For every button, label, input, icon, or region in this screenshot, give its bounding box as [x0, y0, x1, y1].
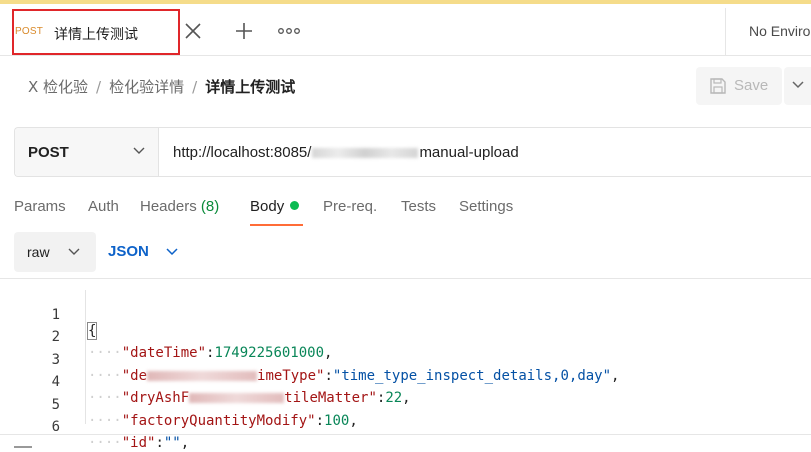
body-mode-label: raw	[27, 244, 50, 260]
breadcrumb-collection[interactable]: X 检化验	[28, 78, 88, 96]
tab-headers[interactable]: Headers (8)	[140, 198, 219, 215]
breadcrumb: X 检化验 / 检化验详情 / 详情上传测试	[28, 76, 295, 97]
chevron-down-icon	[68, 248, 80, 255]
tab-pre-request[interactable]: Pre-req.	[323, 198, 377, 215]
response-divider	[0, 434, 811, 435]
code-line: 4 ····"dryAshF tileMatter":22,	[0, 358, 811, 406]
tab-tests[interactable]: Tests	[401, 198, 436, 215]
headers-count: (8)	[200, 198, 220, 215]
active-indicator-dot	[290, 201, 300, 210]
chevron-down-icon	[133, 147, 145, 154]
tab-settings[interactable]: Settings	[459, 198, 513, 215]
save-button[interactable]: Save	[696, 67, 782, 105]
url-suffix: manual-upload	[419, 144, 519, 161]
tab-body-label: Body	[250, 198, 285, 215]
more-options-icon[interactable]	[277, 23, 301, 39]
language-label: JSON	[108, 243, 149, 260]
save-dropdown-button[interactable]	[784, 67, 811, 105]
plus-icon[interactable]	[232, 19, 256, 43]
body-mode-select[interactable]: raw	[14, 232, 96, 272]
tab-params[interactable]: Params	[14, 198, 66, 215]
json-key: "id"	[121, 435, 156, 451]
method-label: POST	[28, 144, 69, 161]
chevron-down-icon	[792, 81, 804, 89]
code-line: 6 ····"id":"",	[0, 403, 811, 451]
json-value: ""	[163, 435, 181, 451]
tab-auth[interactable]: Auth	[88, 198, 119, 215]
breadcrumb-separator: /	[96, 78, 102, 96]
url-bar: POST http://localhost:8085/manual-upload	[14, 127, 811, 177]
code-line: 3 ····"de imeType":"time_type_inspect_det…	[0, 336, 811, 384]
url-prefix: http://localhost:8085/	[173, 144, 312, 161]
code-line: 1 {	[0, 291, 811, 340]
code-editor[interactable]: 1 { 2 ····"dateTime":1749225601000, 3 ··…	[0, 290, 811, 451]
code-line: 2 ····"dateTime":1749225601000,	[0, 313, 811, 361]
tab-bar: POST 详情上传测试 No Enviro	[0, 4, 811, 56]
tab-headers-label: Headers	[140, 198, 197, 215]
request-tab[interactable]: POST 详情上传测试	[12, 9, 180, 55]
response-section-edge	[14, 446, 32, 450]
language-select[interactable]: JSON	[108, 232, 188, 272]
environment-label: No Enviro	[749, 23, 811, 39]
breadcrumb-separator: /	[192, 78, 198, 96]
save-label: Save	[734, 77, 769, 94]
save-icon	[710, 78, 726, 94]
breadcrumb-folder[interactable]: 检化验详情	[109, 78, 184, 96]
breadcrumb-current[interactable]: 详情上传测试	[205, 78, 295, 96]
tab-method-badge: POST	[15, 26, 44, 37]
method-select[interactable]: POST	[15, 128, 159, 176]
active-tab-underline	[250, 224, 303, 226]
tab-title: 详情上传测试	[54, 27, 138, 43]
chevron-down-icon	[166, 248, 178, 256]
section-divider	[0, 278, 811, 279]
redacted-text	[312, 148, 419, 159]
environment-selector[interactable]: No Enviro	[725, 8, 811, 56]
url-input[interactable]: http://localhost:8085/manual-upload	[173, 144, 519, 161]
line-number: 6	[51, 419, 60, 435]
code-line: 5 ····"factoryQuantityModify":100,	[0, 381, 811, 429]
close-icon[interactable]	[182, 20, 204, 42]
tab-body[interactable]: Body	[250, 198, 300, 215]
